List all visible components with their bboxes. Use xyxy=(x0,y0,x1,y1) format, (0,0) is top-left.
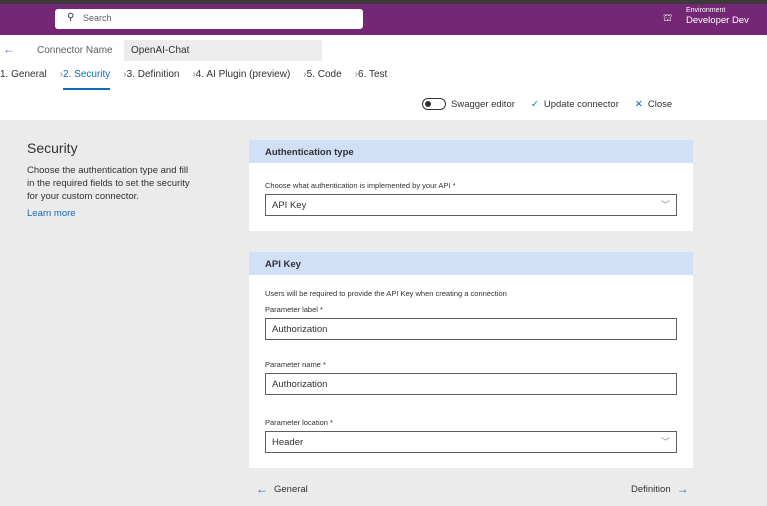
parameter-name-label: Parameter name * xyxy=(265,360,326,369)
parameter-label-input[interactable]: Authorization xyxy=(265,318,677,340)
learn-more-link[interactable]: Learn more xyxy=(27,208,76,219)
environment-icon[interactable]: ⛫ xyxy=(663,13,672,26)
search-placeholder: Search xyxy=(83,13,112,23)
environment-label: Environment xyxy=(686,7,726,14)
auth-type-dropdown[interactable]: API Key ﹀ xyxy=(265,194,677,216)
parameter-location-label: Parameter location * xyxy=(265,418,333,427)
parameter-label-value: Authorization xyxy=(272,324,328,335)
chevron-down-icon: ﹀ xyxy=(660,437,670,447)
search-input[interactable]: ⚲ Search xyxy=(55,9,363,29)
security-intro: Security Choose the authentication type … xyxy=(27,140,197,221)
arrow-left-icon: ← xyxy=(256,482,268,496)
swagger-editor-toggle[interactable]: Swagger editor xyxy=(422,98,515,110)
update-connector-button[interactable]: ✓ Update connector xyxy=(531,99,619,110)
tab-test[interactable]: 6. Test xyxy=(358,69,387,80)
check-icon: ✓ xyxy=(530,98,539,110)
authentication-type-card: Authentication type Choose what authenti… xyxy=(249,140,693,231)
back-arrow-icon[interactable]: ← xyxy=(3,42,15,56)
section-title: Security xyxy=(27,140,78,156)
swagger-label: Swagger editor xyxy=(451,98,515,110)
update-label: Update connector xyxy=(543,98,619,110)
tab-security[interactable]: 2. Security xyxy=(63,69,111,90)
card-header: Authentication type xyxy=(249,140,693,163)
command-bar: Swagger editor ✓ Update connector ✕ Close xyxy=(422,98,682,110)
connector-name-label: Connector Name xyxy=(37,45,113,56)
wizard-steps: 1. General › 2. Security › 3. Definition › … xyxy=(0,69,387,90)
tab-code[interactable]: 5. Code xyxy=(307,69,342,80)
card-header: API Key xyxy=(249,252,693,275)
close-button[interactable]: ✕ Close xyxy=(635,99,672,110)
connector-name-input[interactable]: OpenAI-Chat xyxy=(124,40,322,61)
api-key-note: Users will be required to provide the AP… xyxy=(265,289,507,298)
search-icon: ⚲ xyxy=(67,12,75,23)
environment-picker[interactable]: Environment Developer Dev xyxy=(686,7,749,26)
close-icon: ✕ xyxy=(634,98,643,110)
previous-label: General xyxy=(274,484,308,495)
parameter-label-label: Parameter label * xyxy=(265,305,323,314)
next-label: Definition xyxy=(631,484,671,495)
chevron-down-icon: ﹀ xyxy=(660,200,670,210)
auth-type-label: Choose what authentication is implemente… xyxy=(265,181,456,190)
parameter-name-input[interactable]: Authorization xyxy=(265,373,677,395)
tab-ai-plugin[interactable]: 4. AI Plugin (preview) xyxy=(196,69,291,80)
section-description: Choose the authentication type and fill … xyxy=(27,165,190,202)
parameter-location-dropdown[interactable]: Header ﹀ xyxy=(265,431,677,453)
api-key-card: API Key Users will be required to provid… xyxy=(249,252,693,468)
arrow-right-icon: → xyxy=(676,482,689,496)
auth-type-value: API Key xyxy=(272,200,307,211)
previous-step-button[interactable]: ← General xyxy=(256,482,308,496)
next-step-button[interactable]: Definition → xyxy=(631,482,689,496)
tab-general[interactable]: 1. General xyxy=(0,69,47,80)
parameter-name-value: Authorization xyxy=(272,379,328,390)
environment-value: Developer Dev xyxy=(686,15,749,26)
parameter-location-value: Header xyxy=(272,437,304,448)
toggle-switch[interactable] xyxy=(422,98,446,110)
tab-definition[interactable]: 3. Definition xyxy=(127,69,180,80)
close-label: Close xyxy=(647,98,673,110)
